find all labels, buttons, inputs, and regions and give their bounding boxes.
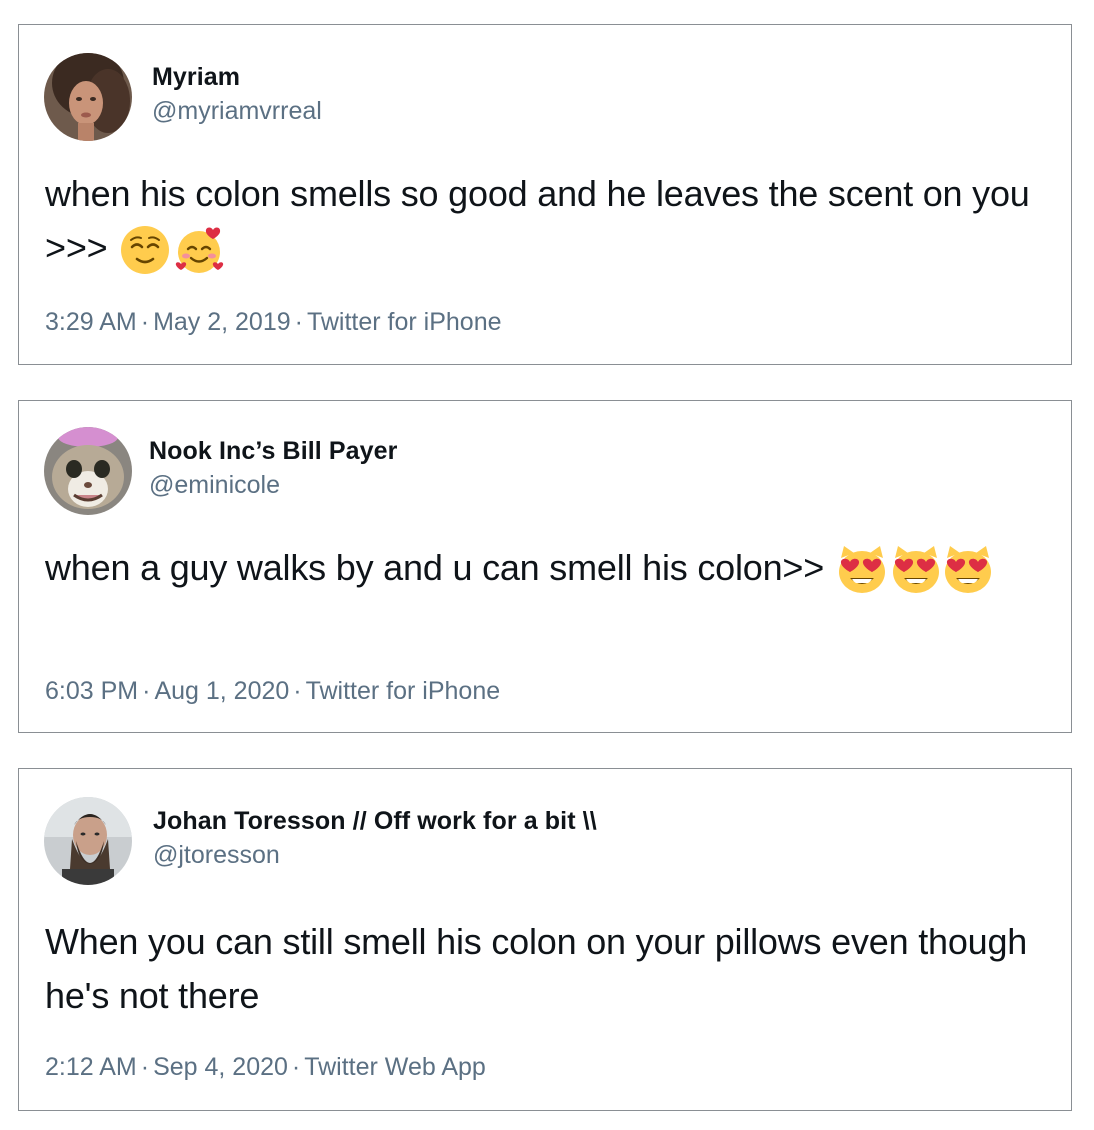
relieved-face-icon [119,224,171,276]
tweet-text: when a guy walks by and u can smell his … [45,541,1051,596]
smiling-cat-heart-eyes-icon [942,544,994,596]
tweet-card[interactable]: Johan Toresson // Off work for a bit \\ … [18,768,1072,1111]
tweet-date[interactable]: Aug 1, 2020 [154,677,289,705]
tweet-time[interactable]: 6:03 PM [45,677,138,705]
tweet-time[interactable]: 2:12 AM [45,1053,137,1081]
tweet-date[interactable]: May 2, 2019 [153,308,291,336]
display-name[interactable]: Myriam [152,63,240,92]
tweet-source[interactable]: Twitter for iPhone [307,308,502,336]
tweet-text: When you can still smell his colon on yo… [45,921,1028,1016]
smiling-cat-heart-eyes-icon [836,544,888,596]
tweet-card[interactable]: Nook Inc’s Bill Payer @eminicole when a … [18,400,1072,733]
tweet-card[interactable]: Myriam @myriamvrreal when his colon smel… [18,24,1072,365]
username-handle[interactable]: @myriamvrreal [152,97,322,126]
avatar[interactable] [44,427,132,515]
username-handle[interactable]: @eminicole [149,471,280,500]
meta-separator: · [293,677,302,705]
tweet-date[interactable]: Sep 4, 2020 [153,1053,288,1081]
avatar[interactable] [44,53,132,141]
tweet-meta: 6:03 PM · Aug 1, 2020 · Twitter for iPhone [45,677,500,706]
tweet-time[interactable]: 3:29 AM [45,308,137,336]
smiling-cat-heart-eyes-icon [890,544,942,596]
smiling-face-with-hearts-icon [173,224,225,276]
tweet-source[interactable]: Twitter for iPhone [306,677,501,705]
tweet-source[interactable]: Twitter Web App [304,1053,486,1081]
tweet-meta: 2:12 AM · Sep 4, 2020 · Twitter Web App [45,1053,486,1082]
meta-separator: · [294,308,303,336]
tweet-text: when his colon smells so good and he lea… [45,167,1051,276]
avatar[interactable] [44,797,132,885]
display-name[interactable]: Nook Inc’s Bill Payer [149,437,398,466]
meta-separator: · [140,308,150,336]
meta-separator: · [142,677,151,705]
meta-separator: · [140,1053,150,1081]
username-handle[interactable]: @jtoresson [153,841,280,870]
meta-separator: · [291,1053,301,1081]
display-name[interactable]: Johan Toresson // Off work for a bit \\ [153,807,597,836]
tweet-meta: 3:29 AM · May 2, 2019 · Twitter for iPhone [45,308,502,337]
